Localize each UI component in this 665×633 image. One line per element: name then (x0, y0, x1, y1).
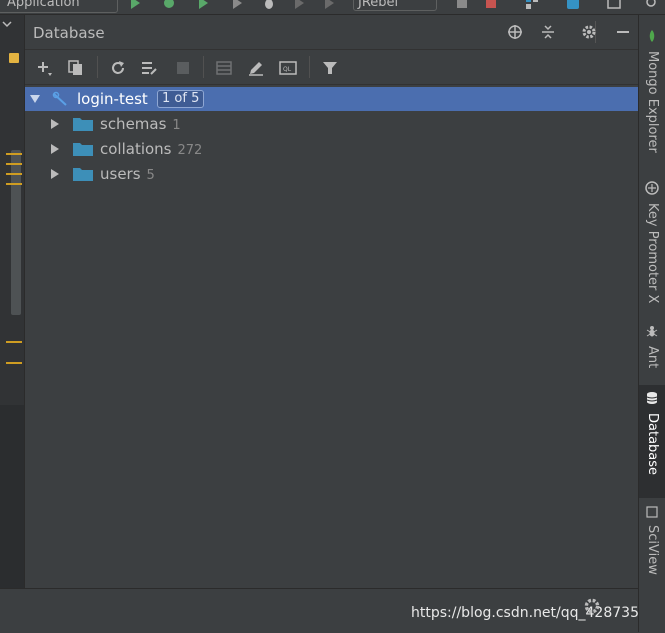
rebel-debug-icon[interactable] (322, 0, 336, 10)
connection-count-badge[interactable]: 1 of 5 (157, 90, 205, 108)
node-label: login-test (77, 90, 148, 108)
refresh-icon[interactable] (109, 59, 127, 77)
node-text: schemas 1 (100, 115, 181, 133)
leaf-icon (649, 30, 655, 42)
collapsed-arrow-icon[interactable] (49, 168, 61, 180)
debug-icon[interactable] (162, 0, 176, 10)
toolbar-separator (97, 56, 98, 78)
filter-icon[interactable] (321, 59, 339, 77)
tree-node-users[interactable]: users 5 (25, 162, 638, 186)
run-icon[interactable] (128, 0, 142, 10)
profile-icon[interactable] (230, 0, 244, 10)
error-stripe-marker[interactable] (6, 173, 22, 175)
tab-ant[interactable]: Ant (639, 322, 665, 382)
search-everywhere-icon[interactable] (566, 0, 580, 10)
tab-label: Mongo Explorer (645, 51, 660, 153)
table-icon[interactable] (215, 59, 233, 77)
folder-icon (73, 118, 93, 131)
collapsed-arrow-icon[interactable] (49, 143, 61, 155)
ant-icon (646, 326, 658, 337)
stop-icon[interactable] (484, 0, 498, 10)
key-promoter-icon (645, 181, 659, 195)
folder-icon (73, 143, 93, 156)
tab-label: Ant (645, 346, 660, 369)
presentation-icon[interactable] (607, 0, 621, 10)
edit-icon[interactable] (247, 59, 265, 77)
toolbar-separator (203, 56, 204, 78)
database-tool-window: Database QL login-test 1 of 5 schemas 1 (25, 15, 638, 588)
expanded-arrow-icon[interactable] (29, 93, 41, 105)
watermark-text: https://blog.csdn.net/qq_42873554 (411, 605, 657, 621)
locate-icon[interactable] (507, 24, 523, 40)
tab-database[interactable]: Database (639, 385, 665, 498)
bug-icon[interactable] (262, 0, 276, 10)
panel-header: Database (25, 15, 638, 50)
warning-marker[interactable] (9, 53, 19, 63)
node-text: collations 272 (100, 140, 202, 158)
node-text: users 5 (100, 165, 155, 183)
tab-key-promoter-x[interactable]: Key Promoter X (639, 179, 665, 315)
error-stripe-marker[interactable] (6, 341, 22, 343)
query-console-icon[interactable]: QL (279, 59, 297, 77)
build-icon[interactable] (455, 0, 469, 10)
error-stripe-marker[interactable] (6, 183, 22, 185)
node-count: 272 (177, 143, 203, 158)
duplicate-icon[interactable] (67, 59, 85, 77)
add-icon[interactable] (35, 59, 53, 77)
node-count: 5 (146, 168, 155, 183)
gear-icon[interactable] (581, 24, 597, 40)
run-configuration-selector[interactable]: Application (0, 0, 118, 13)
coverage-icon[interactable] (196, 0, 210, 10)
chevron-down-icon[interactable] (2, 19, 12, 29)
svg-text:QL: QL (283, 66, 292, 73)
sciview-icon (646, 506, 658, 518)
database-toolbar: QL (25, 50, 638, 85)
stop-icon[interactable] (174, 59, 192, 77)
project-structure-icon[interactable] (525, 0, 539, 10)
editor-gutter (0, 15, 25, 632)
jrebel-selector[interactable]: JRebel (353, 0, 437, 11)
database-icon (646, 392, 658, 404)
tab-label: Database (645, 413, 660, 476)
collapse-all-icon[interactable] (540, 24, 556, 40)
panel-title: Database (33, 24, 105, 42)
rebel-run-icon[interactable] (292, 0, 306, 10)
collapsed-arrow-icon[interactable] (49, 118, 61, 130)
search-icon[interactable] (645, 0, 659, 10)
error-stripe-marker[interactable] (6, 163, 22, 165)
toolbar-separator (309, 56, 310, 78)
gear-icon[interactable] (583, 597, 601, 615)
top-toolbar: Application JRebel (0, 0, 665, 15)
tab-label: Key Promoter X (645, 203, 660, 304)
node-count: 1 (172, 118, 181, 133)
minimize-icon[interactable] (615, 24, 631, 40)
node-label: collations (100, 140, 172, 158)
error-stripe-marker[interactable] (6, 153, 22, 155)
tab-label: SciView (645, 525, 660, 575)
folder-icon (73, 168, 93, 181)
error-stripe-marker[interactable] (6, 362, 22, 364)
tree-node-login-test[interactable]: login-test 1 of 5 (25, 87, 638, 111)
tab-mongo-explorer[interactable]: Mongo Explorer (639, 27, 665, 177)
tree-node-schemas[interactable]: schemas 1 (25, 112, 638, 136)
mongodb-connection-icon (52, 91, 67, 106)
tree-node-collations[interactable]: collations 272 (25, 137, 638, 161)
node-label: users (100, 165, 141, 183)
schema-sync-icon[interactable] (140, 59, 158, 77)
right-tool-strip: Mongo Explorer Key Promoter X Ant Databa… (638, 15, 665, 632)
status-bar: https://blog.csdn.net/qq_42873554 (0, 588, 657, 633)
node-label: schemas (100, 115, 167, 133)
tab-sciview[interactable]: SciView (639, 505, 665, 595)
